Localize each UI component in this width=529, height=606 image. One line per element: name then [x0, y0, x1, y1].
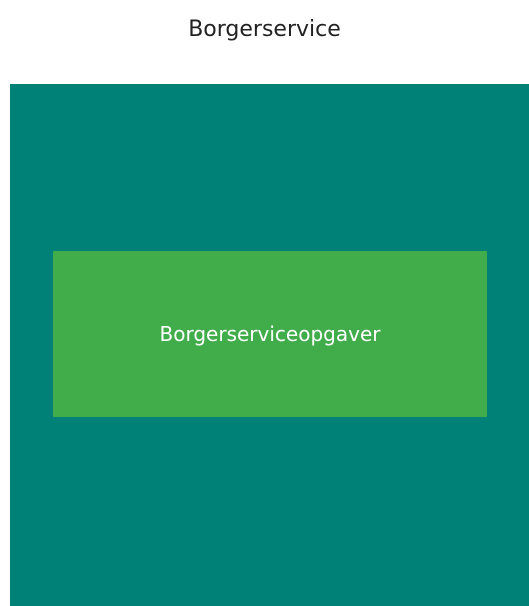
- diagram-title: Borgerservice: [188, 17, 341, 42]
- borgerserviceopgaver-label: Borgerserviceopgaver: [159, 322, 381, 346]
- borgerserviceopgaver-box: Borgerserviceopgaver: [53, 251, 487, 417]
